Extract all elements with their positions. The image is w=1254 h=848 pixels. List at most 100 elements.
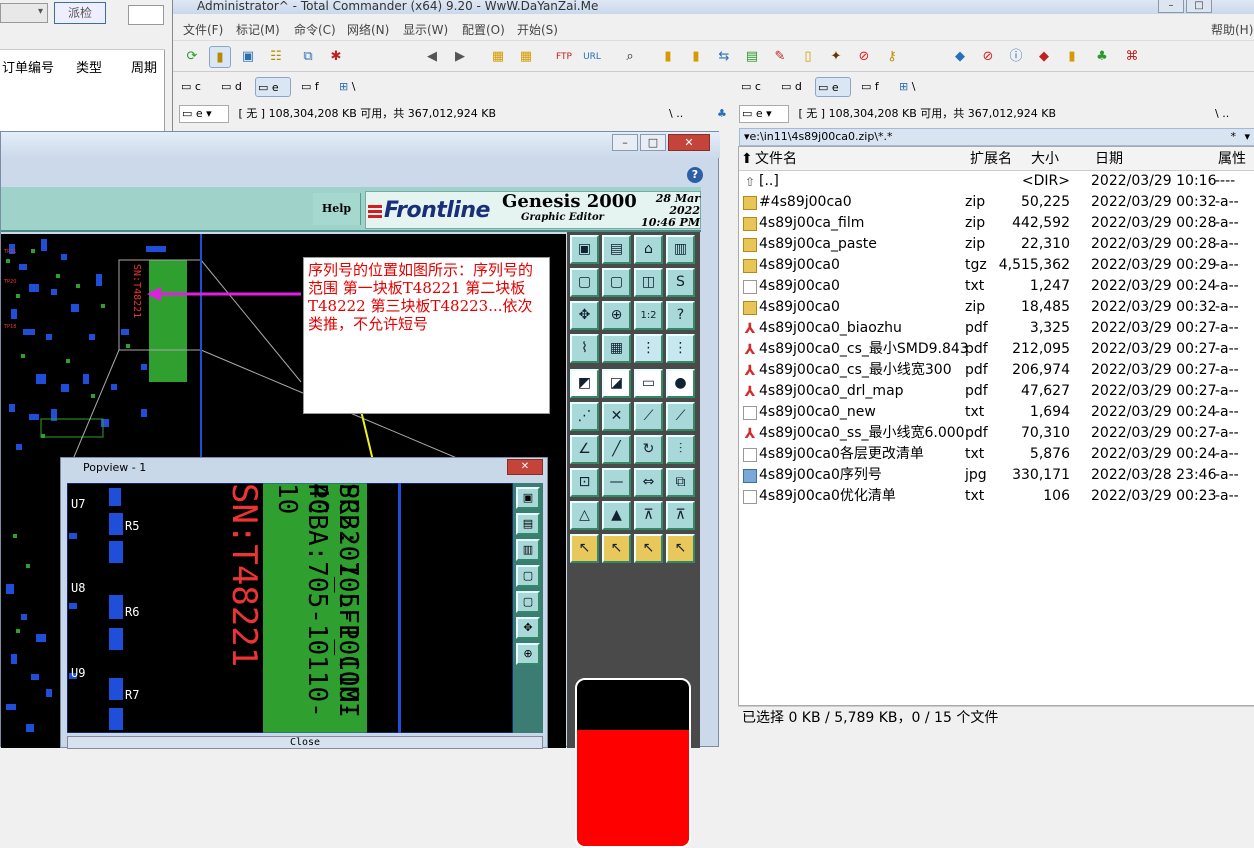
- tool-33-icon[interactable]: △: [570, 501, 599, 530]
- tool-8-icon[interactable]: S: [666, 268, 695, 297]
- pack-icon[interactable]: ▦: [487, 46, 509, 68]
- shield-icon[interactable]: ◆: [949, 46, 971, 68]
- drive-f[interactable]: ▭ f: [299, 77, 329, 97]
- pointer-2-icon[interactable]: ↖: [602, 534, 631, 563]
- network-icon[interactable]: ⧉: [297, 46, 319, 68]
- small-input[interactable]: [128, 5, 164, 25]
- tool-31-icon[interactable]: ⇔: [634, 468, 663, 497]
- help-icon[interactable]: ?: [687, 167, 703, 183]
- sync-icon[interactable]: ⇆: [713, 46, 735, 68]
- tool-5-icon[interactable]: ▢: [570, 268, 599, 297]
- file-row[interactable]: 4s89j00ca0序列号 jpg 330,171 2022/03/28 23:46-…: [739, 465, 1254, 486]
- pop-zoom-fit-icon[interactable]: ✥: [516, 617, 540, 639]
- col-attr[interactable]: 属性: [1218, 147, 1246, 171]
- drive-c-right[interactable]: ▭ c: [739, 77, 769, 97]
- block-icon[interactable]: ⊘: [977, 46, 999, 68]
- tool-16-icon[interactable]: ⋮: [666, 334, 695, 363]
- key-icon[interactable]: ⚷: [881, 46, 903, 68]
- file-row[interactable]: ⅄ 4s89j00ca0_biaozhu pdf 3,325 2022/03/29 00…: [739, 318, 1254, 339]
- stop-icon[interactable]: ⊘: [853, 46, 875, 68]
- left-drive-combo[interactable]: ▭ e ▾: [179, 105, 229, 123]
- network-drive[interactable]: ⊞ \: [337, 77, 367, 97]
- genesis-close-button[interactable]: ✕: [668, 134, 710, 151]
- thumbnail-icon[interactable]: ▣: [237, 46, 259, 68]
- tool-22-icon[interactable]: ✕: [602, 402, 631, 431]
- editor-icon[interactable]: ✎: [769, 46, 791, 68]
- forward-icon[interactable]: ▶: [449, 46, 471, 68]
- zoom-icon[interactable]: ⊕: [602, 301, 631, 330]
- pointer-4-icon[interactable]: ↖: [666, 534, 695, 563]
- menu-show[interactable]: 显示(W): [403, 21, 448, 38]
- drive-e[interactable]: ▭ e: [255, 77, 291, 97]
- drive-d-right[interactable]: ▭ d: [779, 77, 809, 97]
- tool-3-icon[interactable]: ⌂: [634, 235, 663, 264]
- menu-start[interactable]: 开始(S): [517, 21, 558, 38]
- drive-e-right[interactable]: ▭ e: [815, 77, 851, 97]
- menu-mark[interactable]: 标记(M): [236, 21, 280, 38]
- file-row[interactable]: 4s89j00ca0 tgz 4,515,362 2022/03/29 00:29 -a…: [739, 255, 1254, 276]
- tool-28-icon[interactable]: ⫶: [666, 435, 695, 464]
- zoom-fit-icon[interactable]: ✥: [570, 301, 599, 330]
- file-row[interactable]: 4s89j00ca_paste zip 22,310 2022/03/29 00:28…: [739, 234, 1254, 255]
- refresh-icon[interactable]: ⟳: [181, 46, 203, 68]
- tool-29-icon[interactable]: ⊡: [570, 468, 599, 497]
- pop-tool-2-icon[interactable]: ▤: [516, 513, 540, 535]
- file-row[interactable]: 4s89j00ca0 txt 1,247 2022/03/29 00:24 -a--: [739, 276, 1254, 297]
- unpack-icon[interactable]: ▦: [515, 46, 537, 68]
- ruler-icon[interactable]: ▭: [634, 369, 663, 398]
- genesis-maximize-button[interactable]: □: [640, 134, 666, 151]
- tool-23-icon[interactable]: ⟋: [634, 402, 663, 431]
- minimize-button[interactable]: –: [1158, 0, 1184, 13]
- column-type[interactable]: 类型: [76, 57, 102, 76]
- menu-command[interactable]: 命令(C): [294, 21, 336, 38]
- tool-24-icon[interactable]: ⟋: [666, 402, 695, 431]
- help-button[interactable]: Help: [313, 193, 361, 225]
- tool-17-icon[interactable]: ◩: [570, 369, 599, 398]
- filter-combo[interactable]: [0, 3, 48, 23]
- maximize-button[interactable]: □: [1186, 0, 1212, 13]
- pop-zoom-icon[interactable]: ⊕: [516, 643, 540, 665]
- info-icon[interactable]: ⓘ: [1005, 46, 1027, 68]
- pointer-icon[interactable]: ↖: [570, 534, 599, 563]
- pop-tool-1-icon[interactable]: ▣: [516, 487, 540, 509]
- file-row[interactable]: ⅄ 4s89j00ca0_drl_map pdf 47,627 2022/03/29 0…: [739, 381, 1254, 402]
- back-icon[interactable]: ◀: [421, 46, 443, 68]
- url-icon[interactable]: URL: [581, 46, 603, 68]
- network-drive-right[interactable]: ⊞ \: [897, 77, 927, 97]
- pdf-icon[interactable]: ▯: [797, 46, 819, 68]
- file-row[interactable]: ⅄ 4s89j00ca0_ss_最小线宽6.000 pdf 70,310 2022/03…: [739, 423, 1254, 444]
- menu-file[interactable]: 文件(F): [183, 21, 223, 38]
- tool-15-icon[interactable]: ⋮: [634, 334, 663, 363]
- tool-21-icon[interactable]: ⋰: [570, 402, 599, 431]
- tool-25-icon[interactable]: ∠: [570, 435, 599, 464]
- tool-6-icon[interactable]: ▢: [602, 268, 631, 297]
- tool-26-icon[interactable]: ╱: [602, 435, 631, 464]
- chevron-down-icon[interactable]: ▾: [1244, 129, 1250, 145]
- left-nav[interactable]: \ ..: [669, 102, 683, 126]
- query-icon[interactable]: ?: [666, 301, 695, 330]
- menu-net[interactable]: 网络(N): [347, 21, 389, 38]
- tool-34-icon[interactable]: ▲: [602, 501, 631, 530]
- drive-d[interactable]: ▭ d: [219, 77, 249, 97]
- network-tree-icon[interactable]: ♣: [1091, 46, 1113, 68]
- dispatch-button[interactable]: 派检: [54, 2, 106, 24]
- menu-config[interactable]: 配置(O): [462, 21, 505, 38]
- tool-36-icon[interactable]: ⊼: [666, 501, 695, 530]
- gem-icon[interactable]: ◆: [1033, 46, 1055, 68]
- column-cycle[interactable]: 周期: [131, 57, 157, 76]
- pad-icon[interactable]: ●: [666, 369, 695, 398]
- pointer-3-icon[interactable]: ↖: [634, 534, 663, 563]
- pop-tool-3-icon[interactable]: ▥: [516, 539, 540, 561]
- left-tree-icon[interactable]: ♣: [717, 102, 727, 126]
- file-row[interactable]: ⅄ 4s89j00ca0_cs_最小线宽300 pdf 206,974 2022/03/…: [739, 360, 1254, 381]
- popview-close-button[interactable]: Close: [67, 736, 543, 749]
- right-path-bar[interactable]: ▾e:\in11\4s89j00ca0.zip\*.* * ▾: [739, 128, 1254, 146]
- drive-c[interactable]: ▭ c: [179, 77, 209, 97]
- tool-32-icon[interactable]: ⧉: [666, 468, 695, 497]
- drive-f-right[interactable]: ▭ f: [859, 77, 889, 97]
- pop-tool-5-icon[interactable]: ▢: [516, 591, 540, 613]
- brief-view-icon[interactable]: ▮: [209, 46, 231, 68]
- rotate-icon[interactable]: ↻: [634, 435, 663, 464]
- right-nav[interactable]: \ ..: [1215, 102, 1229, 126]
- column-order-id[interactable]: 订单编号: [2, 57, 54, 76]
